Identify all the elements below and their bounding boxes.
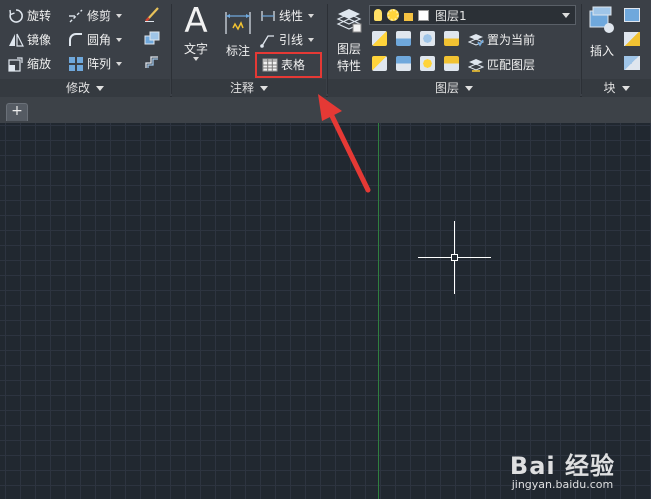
dimension-label: 标注 — [225, 44, 250, 58]
rotate-label: 旋转 — [27, 9, 52, 23]
set-current-button[interactable]: 置为当前 — [467, 31, 536, 48]
layer-properties-icon — [330, 4, 368, 36]
linear-dimension-button[interactable]: 线性 — [260, 7, 315, 24]
new-tab-button[interactable]: + — [6, 103, 28, 121]
text-icon: A — [184, 1, 208, 41]
insert-label: 插入 — [589, 44, 614, 58]
offset-icon — [144, 54, 160, 70]
watermark-url: jingyan.baidu.com — [511, 478, 614, 491]
match-layer-label: 匹配图层 — [487, 58, 536, 72]
current-layer-name: 图层1 — [435, 8, 467, 23]
leader-button[interactable]: 引线 — [260, 31, 315, 48]
erase-button[interactable] — [144, 6, 163, 22]
file-tab-strip: + — [0, 97, 651, 123]
layer-tools-row-1 — [372, 31, 459, 46]
rotate-button[interactable]: 旋转 — [8, 7, 51, 24]
layer-color-swatch — [418, 9, 429, 21]
array-button[interactable]: 阵列 — [68, 55, 123, 72]
layer-properties-label-1: 图层 — [336, 42, 361, 56]
layer-unlock-icon[interactable] — [444, 56, 459, 71]
set-current-icon — [467, 32, 485, 48]
annotation-panel-title[interactable]: 注释 — [172, 79, 326, 97]
modify-panel-title[interactable]: 修改 — [0, 79, 170, 97]
copy-icon — [144, 30, 160, 46]
chevron-down-icon — [96, 86, 104, 91]
trim-dropdown-icon[interactable] — [116, 13, 123, 18]
insert-block-icon — [584, 4, 620, 36]
lightbulb-icon — [374, 9, 382, 21]
layer-thaw-icon[interactable] — [420, 56, 435, 71]
layers-panel-title[interactable]: 图层 — [328, 79, 580, 97]
array-dropdown-icon[interactable] — [116, 61, 123, 66]
dimension-button[interactable]: 标注 — [220, 6, 256, 59]
layer-off-icon[interactable] — [372, 31, 387, 46]
layer-on-icon[interactable] — [372, 56, 387, 71]
copy-3d-button[interactable] — [144, 30, 163, 46]
trim-icon — [68, 8, 84, 24]
ribbon: 旋转 修剪 镜像 圆角 缩放 阵列 修改 A 文字 标注 线性 引线 表格 注释… — [0, 0, 651, 97]
trim-label: 修剪 — [87, 9, 112, 23]
drawing-canvas[interactable] — [0, 123, 651, 499]
scale-icon — [8, 56, 24, 72]
dimension-icon — [220, 6, 256, 38]
table-button-highlight — [255, 52, 322, 78]
layer-properties-button[interactable]: 图层 特性 — [330, 4, 368, 74]
unlock-icon — [404, 13, 413, 21]
array-label: 阵列 — [87, 57, 112, 71]
layer-tools-row-2 — [372, 56, 459, 71]
block-attributes-icon[interactable] — [624, 56, 640, 70]
linear-dropdown-icon[interactable] — [308, 13, 315, 18]
array-icon — [68, 56, 84, 72]
fillet-button[interactable]: 圆角 — [68, 31, 123, 48]
annotation-panel: A 文字 标注 线性 引线 表格 注释 — [172, 0, 326, 97]
fillet-icon — [68, 32, 84, 48]
chevron-down-icon — [621, 86, 630, 91]
layers-panel: 图层 特性 图层1 置为当前 匹配图层 图层 — [328, 0, 580, 97]
scale-label: 缩放 — [27, 57, 52, 71]
block-panel: 插入 块 — [582, 0, 651, 97]
scale-button[interactable]: 缩放 — [8, 55, 51, 72]
trim-button[interactable]: 修剪 — [68, 7, 123, 24]
crosshair-cursor — [418, 221, 491, 294]
linear-label: 线性 — [279, 9, 304, 23]
watermark-logo: Bai 经验 — [509, 452, 615, 480]
linear-dimension-icon — [260, 8, 276, 24]
layer-properties-label-2: 特性 — [336, 59, 361, 73]
offset-button[interactable] — [144, 54, 163, 70]
rotate-icon — [8, 8, 24, 24]
layer-dropdown[interactable]: 图层1 — [369, 5, 576, 25]
edit-block-icon[interactable] — [624, 32, 640, 46]
fillet-dropdown-icon[interactable] — [116, 37, 123, 42]
mirror-button[interactable]: 镜像 — [8, 31, 51, 48]
text-dropdown-icon[interactable] — [193, 57, 199, 61]
set-current-label: 置为当前 — [487, 33, 536, 47]
text-button[interactable]: A 文字 — [178, 2, 214, 61]
sun-icon — [387, 9, 399, 21]
mirror-label: 镜像 — [27, 33, 52, 47]
leader-label: 引线 — [279, 33, 304, 47]
text-label: 文字 — [183, 42, 208, 56]
modify-panel: 旋转 修剪 镜像 圆角 缩放 阵列 修改 — [0, 0, 170, 97]
chevron-down-icon — [260, 86, 268, 91]
fillet-label: 圆角 — [87, 33, 112, 47]
chevron-down-icon — [562, 13, 570, 18]
match-layer-button[interactable]: 匹配图层 — [467, 56, 536, 73]
layer-freeze-icon[interactable] — [420, 31, 435, 46]
block-panel-title[interactable]: 块 — [582, 79, 651, 97]
match-layer-icon — [467, 57, 485, 73]
layer-unisolate-icon[interactable] — [396, 56, 411, 71]
create-block-icon[interactable] — [624, 8, 640, 22]
layer-lock-icon[interactable] — [444, 31, 459, 46]
leader-icon — [260, 32, 276, 48]
baidu-jingyan-watermark: Bai 经验 jingyan.baidu.com — [510, 446, 615, 491]
chevron-down-icon — [465, 86, 473, 91]
layer-isolate-icon[interactable] — [396, 31, 411, 46]
erase-icon — [144, 6, 160, 22]
leader-dropdown-icon[interactable] — [308, 37, 315, 42]
insert-button[interactable]: 插入 — [584, 4, 620, 59]
mirror-icon — [8, 32, 24, 48]
